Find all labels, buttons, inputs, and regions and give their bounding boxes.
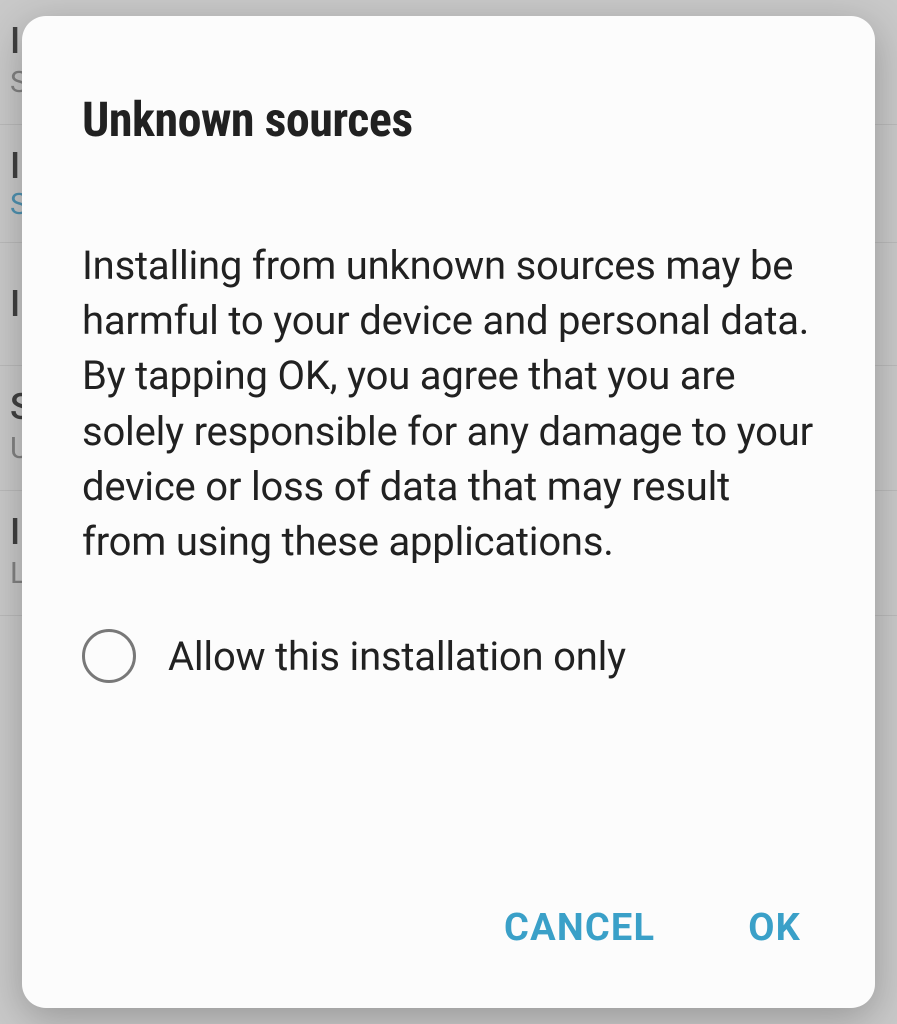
dialog-body-text: Installing from unknown sources may be h… bbox=[82, 238, 815, 569]
cancel-button[interactable]: CANCEL bbox=[500, 898, 659, 958]
dialog-actions: CANCEL OK bbox=[82, 838, 815, 958]
dialog-title: Unknown sources bbox=[82, 91, 815, 148]
checkbox-label: Allow this installation only bbox=[168, 633, 626, 680]
ok-button[interactable]: OK bbox=[744, 898, 805, 958]
radio-unchecked-icon bbox=[82, 629, 136, 683]
unknown-sources-dialog: Unknown sources Installing from unknown … bbox=[22, 16, 875, 1008]
allow-this-installation-checkbox[interactable]: Allow this installation only bbox=[82, 629, 815, 683]
